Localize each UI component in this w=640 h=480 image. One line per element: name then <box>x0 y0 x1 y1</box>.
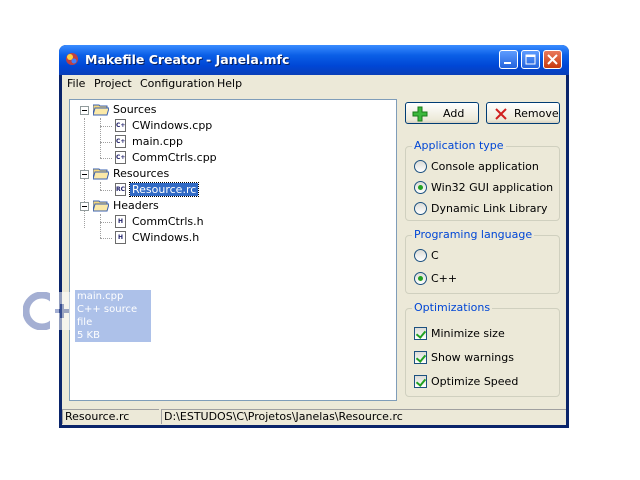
drag-file-name: main.cpp <box>77 291 124 302</box>
checkbox-label: Show warnings <box>431 351 514 364</box>
radio-label: C <box>431 249 439 262</box>
tree-label: Headers <box>113 199 159 212</box>
minimize-button[interactable] <box>499 50 518 69</box>
tree-label: main.cpp <box>132 135 183 148</box>
tree-file-resource-rc[interactable]: RC Resource.rc <box>70 182 270 198</box>
rc-file-icon: RC <box>115 183 126 196</box>
tree-label: CWindows.cpp <box>132 119 213 132</box>
status-bar: Resource.rc D:\ESTUDOS\C\Projetos\Janela… <box>62 407 566 425</box>
radio-indicator[interactable] <box>414 160 427 173</box>
radio-indicator[interactable] <box>414 181 427 194</box>
tree-file-cwindows-h[interactable]: H CWindows.h <box>70 230 270 246</box>
cpp-file-icon: C+ <box>115 135 126 148</box>
title-bar[interactable]: Makefile Creator - Janela.mfc <box>59 45 569 75</box>
radio-indicator[interactable] <box>414 202 427 215</box>
tree-label-selected: Resource.rc <box>128 182 200 197</box>
tree-folder-resources[interactable]: Resources <box>70 166 270 182</box>
tree-label: Resources <box>113 167 170 180</box>
radio-label: Win32 GUI application <box>431 181 554 194</box>
menu-project[interactable]: Project <box>94 77 132 90</box>
project-tree[interactable]: Sources C+ CWindows.cpp C+ main.cpp C+ C… <box>69 99 397 401</box>
menu-bar: File Project Configuration Help <box>62 75 566 93</box>
tree-file-commctrls-h[interactable]: H CommCtrls.h <box>70 214 270 230</box>
add-button[interactable]: Add <box>405 102 479 124</box>
folder-open-icon <box>93 200 109 212</box>
tree-label: CommCtrls.cpp <box>132 151 217 164</box>
tree-label: CommCtrls.h <box>132 215 204 228</box>
cpp-file-icon: C+ <box>115 119 126 132</box>
radio-label: Console application <box>431 160 539 173</box>
app-icon <box>66 53 78 65</box>
group-title: Programing language <box>412 228 535 241</box>
status-file: Resource.rc <box>62 409 159 424</box>
group-programming-language: Programing language C C++ <box>405 228 560 294</box>
cpp-file-icon: C+ <box>115 151 126 164</box>
maximize-button[interactable] <box>521 50 540 69</box>
radio-indicator[interactable] <box>414 249 427 262</box>
drag-file-type: C++ source file <box>77 304 138 328</box>
tree-file-cwindows-cpp[interactable]: C+ CWindows.cpp <box>70 118 270 134</box>
tree-file-main-cpp[interactable]: C+ main.cpp <box>70 134 270 150</box>
checkbox-indicator[interactable] <box>414 327 427 340</box>
radio-indicator[interactable] <box>414 272 427 285</box>
drag-file-size: 5 KB <box>77 330 100 341</box>
minimize-icon <box>504 62 511 64</box>
folder-open-icon <box>93 168 109 180</box>
maximize-icon <box>525 54 536 65</box>
drag-info: main.cpp C++ source file 5 KB <box>75 290 151 342</box>
close-icon <box>547 54 558 65</box>
collapse-icon[interactable] <box>80 106 89 115</box>
group-title: Application type <box>412 139 506 152</box>
menu-help[interactable]: Help <box>217 77 242 90</box>
radio-label: Dynamic Link Library <box>431 202 548 215</box>
drag-preview: main.cpp C++ source file 5 KB <box>23 290 151 342</box>
menu-file[interactable]: File <box>67 77 85 90</box>
remove-button-label: Remove <box>514 107 559 120</box>
plus-icon <box>412 106 428 122</box>
x-icon <box>495 108 507 120</box>
collapse-icon[interactable] <box>80 202 89 211</box>
checkbox-label: Optimize Speed <box>431 375 519 388</box>
close-button[interactable] <box>543 50 562 69</box>
tree-file-commctrls-cpp[interactable]: C+ CommCtrls.cpp <box>70 150 270 166</box>
remove-button[interactable]: Remove <box>486 102 560 124</box>
tree-folder-headers[interactable]: Headers <box>70 198 270 214</box>
window-title: Makefile Creator - Janela.mfc <box>85 52 290 67</box>
status-path: D:\ESTUDOS\C\Projetos\Janelas\Resource.r… <box>161 409 566 424</box>
window-client: File Project Configuration Help Sources … <box>62 75 566 425</box>
group-application-type: Application type Console application Win… <box>405 139 560 221</box>
radio-label: C++ <box>431 272 458 285</box>
add-button-label: Add <box>443 107 465 120</box>
group-title: Optimizations <box>412 301 493 314</box>
collapse-icon[interactable] <box>80 170 89 179</box>
cpp-file-large-icon <box>23 292 73 330</box>
checkbox-indicator[interactable] <box>414 351 427 364</box>
checkbox-label: Minimize size <box>431 327 505 340</box>
menu-configuration[interactable]: Configuration <box>140 77 215 90</box>
folder-open-icon <box>93 104 109 116</box>
h-file-icon: H <box>115 215 126 228</box>
tree-folder-sources[interactable]: Sources <box>70 102 270 118</box>
tree-label: CWindows.h <box>132 231 200 244</box>
tree-label: Sources <box>113 103 157 116</box>
group-optimizations: Optimizations Minimize size Show warning… <box>405 301 560 397</box>
checkbox-indicator[interactable] <box>414 375 427 388</box>
h-file-icon: H <box>115 231 126 244</box>
main-window: Makefile Creator - Janela.mfc File Proje… <box>59 45 569 428</box>
